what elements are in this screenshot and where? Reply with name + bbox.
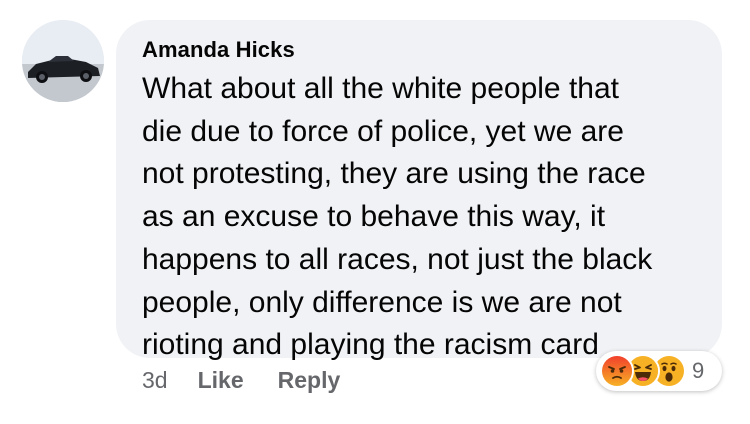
comment-line: What about all the white people that bbox=[142, 72, 619, 105]
comment-timestamp[interactable]: 3d bbox=[142, 367, 168, 394]
car-photo-icon bbox=[22, 20, 104, 102]
reaction-summary[interactable]: 9 bbox=[596, 351, 722, 391]
comment-line: as an excuse to behave this way, it bbox=[142, 200, 606, 234]
comment-line: people, only difference is we are not bbox=[142, 285, 622, 319]
comment-line: happens to all races, not just the black bbox=[142, 242, 653, 276]
comment-bubble: Amanda Hicks What about all the white pe… bbox=[116, 20, 722, 361]
avatar[interactable] bbox=[22, 20, 104, 102]
comment-author[interactable]: Amanda Hicks bbox=[142, 35, 696, 65]
comment-body: What about all the white people that die… bbox=[142, 68, 702, 367]
comment-thread: Amanda Hicks What about all the white pe… bbox=[0, 0, 750, 424]
angry-icon bbox=[600, 354, 634, 388]
comment-line: die due to force of police, yet we are bbox=[142, 114, 624, 148]
comment-actions: 3d Like Reply bbox=[142, 364, 374, 396]
comment-line: not protesting, they are using the race bbox=[142, 157, 646, 191]
reaction-count: 9 bbox=[692, 358, 705, 383]
reply-button[interactable]: Reply bbox=[278, 367, 341, 394]
like-button[interactable]: Like bbox=[198, 367, 244, 394]
